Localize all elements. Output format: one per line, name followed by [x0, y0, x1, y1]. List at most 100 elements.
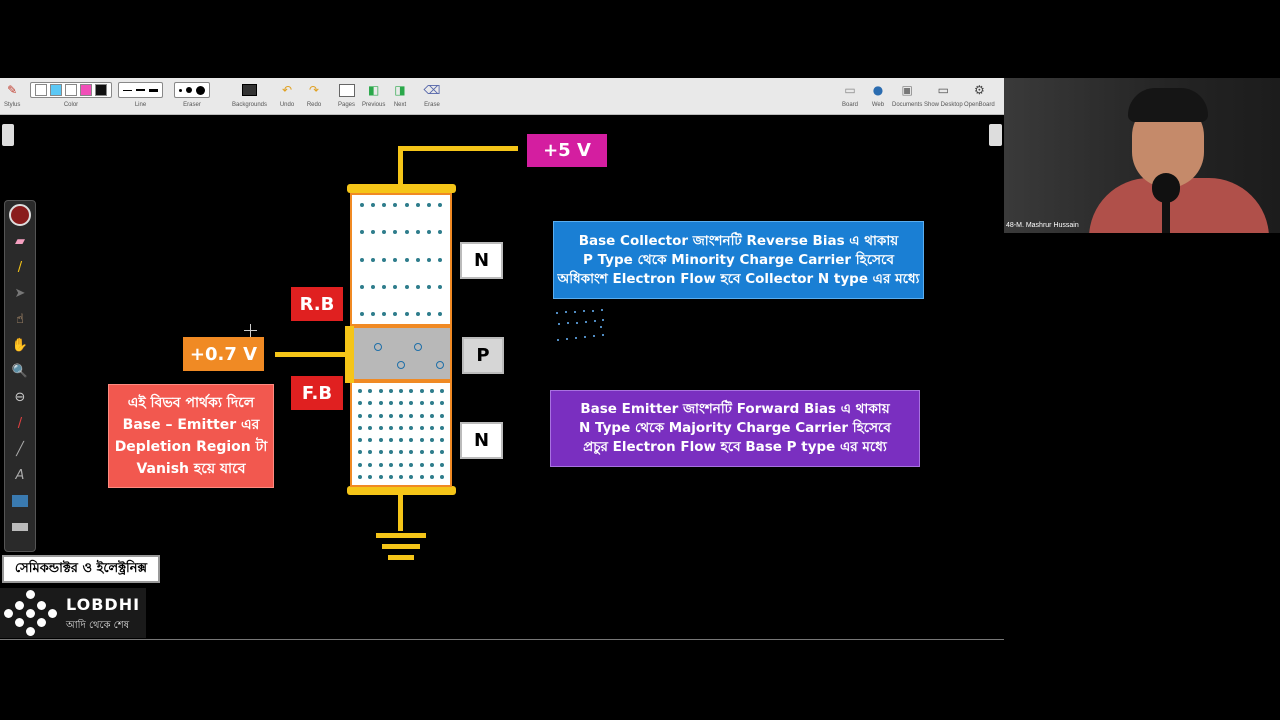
- hand-tool[interactable]: ✋: [7, 333, 33, 357]
- electron-dot: [409, 438, 414, 443]
- collector-wire-horizontal: [398, 146, 518, 151]
- electron-dot: [429, 389, 434, 393]
- redo-icon: ↷: [308, 83, 320, 97]
- electron-flow-dots: [555, 308, 615, 344]
- eraser-medium-icon[interactable]: [186, 87, 192, 93]
- reverse-bias-note-line-2: P Type থেকে Minority Charge Carrier হিসে…: [582, 251, 894, 268]
- color-swatch-white[interactable]: [35, 84, 47, 96]
- electron-dot: [404, 203, 409, 207]
- collector-n-region: [350, 193, 452, 326]
- electron-dot: [409, 475, 414, 479]
- desktop-icon: ▭: [937, 83, 950, 97]
- electron-dot: [404, 284, 409, 289]
- line-thin-icon[interactable]: [123, 89, 132, 91]
- eraser-small-icon[interactable]: [179, 88, 182, 92]
- electron-dot: [378, 389, 383, 393]
- electron-dot: [360, 230, 364, 235]
- electron-dot: [399, 475, 403, 479]
- flow-dot: [557, 339, 559, 341]
- base-p-label: P: [462, 337, 504, 374]
- electron-dot: [358, 462, 362, 467]
- text-tool[interactable]: A: [7, 463, 33, 487]
- interact-tool[interactable]: ☝: [7, 307, 33, 331]
- electron-dot: [440, 450, 444, 455]
- depletion-note-line-4: Vanish হয়ে যাবে: [136, 461, 246, 477]
- electron-dot: [426, 284, 431, 289]
- keyboard-tool[interactable]: [7, 515, 33, 539]
- line-tool[interactable]: ╱: [7, 437, 33, 461]
- undo-button[interactable]: ↶ Undo: [279, 80, 295, 112]
- pen-tool[interactable]: [7, 203, 33, 227]
- left-panel-handle[interactable]: [2, 124, 14, 146]
- line-thick-icon[interactable]: [149, 88, 158, 92]
- electron-dot: [378, 401, 383, 406]
- flow-dot: [575, 337, 577, 339]
- eraser-tool[interactable]: ▰: [7, 229, 33, 253]
- pages-button[interactable]: Pages: [338, 80, 355, 112]
- erase-all-button[interactable]: ⌫ Erase: [424, 80, 441, 112]
- logo-name: LOBDHI: [66, 595, 141, 614]
- color-swatch-white-2[interactable]: [65, 84, 77, 96]
- electron-dot: [419, 438, 424, 443]
- next-page-button[interactable]: ◨ Next: [392, 80, 408, 112]
- hole-circle: [374, 343, 382, 351]
- electron-dot: [360, 312, 364, 316]
- color-picker[interactable]: Color: [30, 80, 112, 112]
- right-panel-handle[interactable]: [989, 124, 1002, 146]
- forward-bias-label: F.B: [291, 376, 343, 410]
- flow-dot: [602, 334, 604, 336]
- forward-bias-note-line-3: প্রচুর Electron Flow হবে Base P type এর …: [583, 439, 887, 455]
- electron-dot: [438, 312, 442, 316]
- line-width-picker[interactable]: Line: [118, 80, 163, 112]
- electron-dot: [429, 475, 434, 479]
- zoom-out-tool[interactable]: ⊖: [7, 385, 33, 409]
- flow-dot: [594, 320, 596, 322]
- openboard-menu-button[interactable]: ⚙ OpenBoard: [964, 80, 995, 112]
- board-icon: ▭: [844, 83, 856, 97]
- electron-dot: [409, 462, 414, 467]
- selector-tool[interactable]: ➤: [7, 281, 33, 305]
- electron-dot: [419, 401, 424, 406]
- zoom-in-tool[interactable]: 🔍: [7, 359, 33, 383]
- board-button[interactable]: ▭ Board: [842, 80, 858, 112]
- color-swatch-cyan[interactable]: [50, 84, 62, 96]
- eraser-size-picker[interactable]: Eraser: [174, 80, 210, 112]
- electron-dot: [388, 413, 393, 418]
- marker-tool[interactable]: /: [7, 255, 33, 279]
- collector-voltage-label: +5 V: [527, 134, 607, 167]
- stylus-tool[interactable]: ✎ Stylus: [4, 80, 20, 112]
- ground-wire: [398, 495, 403, 531]
- electron-dot: [382, 230, 387, 235]
- documents-button[interactable]: ▣ Documents: [892, 80, 922, 112]
- emitter-n-label: N: [460, 422, 503, 459]
- electron-dot: [440, 462, 444, 467]
- keyboard-icon: [12, 523, 28, 531]
- electron-dot: [438, 230, 442, 235]
- web-button[interactable]: ● Web: [870, 80, 886, 112]
- base-wire: [275, 352, 347, 357]
- tool-palette: ▰ / ➤ ☝ ✋ 🔍 ⊖ / ╱ A: [4, 200, 36, 552]
- line-medium-icon[interactable]: [136, 89, 145, 91]
- globe-icon: ●: [872, 83, 884, 97]
- electron-dot: [404, 230, 409, 235]
- hand-icon: ✋: [11, 337, 29, 353]
- show-desktop-button[interactable]: ▭ Show Desktop: [924, 80, 963, 112]
- laser-tool[interactable]: /: [7, 411, 33, 435]
- electron-dot: [393, 312, 398, 316]
- color-swatch-pink[interactable]: [80, 84, 92, 96]
- reverse-bias-note: Base Collector জাংশনটি Reverse Bias এ থা…: [553, 221, 924, 299]
- eraser-large-icon[interactable]: [196, 85, 205, 95]
- color-swatch-black[interactable]: [95, 84, 107, 96]
- pointing-hand-icon: ☝: [16, 311, 24, 327]
- redo-button[interactable]: ↷ Redo: [306, 80, 322, 112]
- electron-dot: [404, 257, 409, 262]
- logo-tagline: আদি থেকে শেষ: [66, 620, 130, 631]
- ground-line-3: [388, 555, 414, 560]
- electron-dot: [368, 425, 373, 430]
- ground-line-2: [382, 544, 420, 549]
- backgrounds-button[interactable]: Backgrounds: [232, 80, 267, 112]
- pen-icon: [9, 204, 31, 226]
- electron-dot: [388, 475, 393, 479]
- capture-tool[interactable]: [7, 489, 33, 513]
- previous-page-button[interactable]: ◧ Previous: [362, 80, 385, 112]
